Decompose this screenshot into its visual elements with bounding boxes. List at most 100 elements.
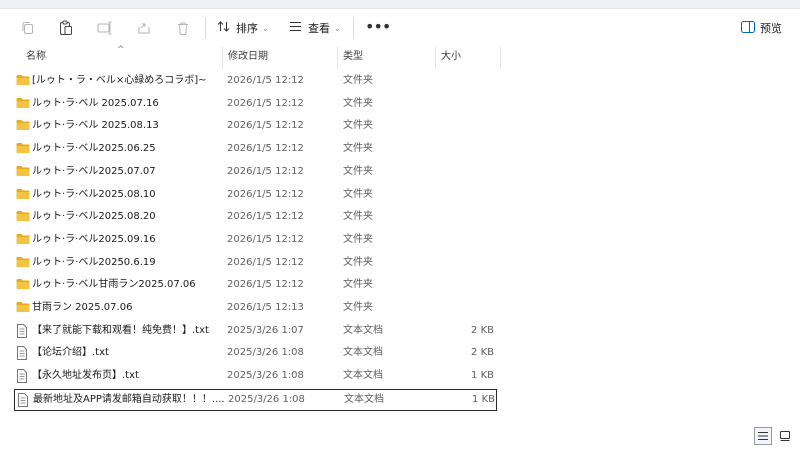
folder-row[interactable]: ルゥト·ラ·ベル2025.08.20 2026/1/5 12:12 文件夹 [14, 207, 497, 229]
chevron-down-icon: ⌄ [334, 23, 341, 33]
preview-label: 预览 [760, 22, 782, 35]
file-name: 【论坛介绍】.txt [32, 347, 109, 359]
file-row[interactable]: 【来了就能下载和观看！纯免费！】.txt 2025/3/26 1:07 文本文档 2 … [14, 321, 497, 343]
toolbar-separator [205, 17, 206, 39]
folder-row[interactable]: ルゥト·ラ·ベル 2025.07.16 2026/1/5 12:12 文件夹 [14, 94, 497, 116]
share-icon[interactable] [135, 19, 153, 37]
folder-icon [16, 256, 30, 270]
folder-icon [16, 278, 30, 292]
text-file-icon [16, 323, 30, 338]
more-options-button[interactable]: ••• [365, 18, 391, 38]
command-bar: 排序 ⌄ 查看 ⌄ ••• 预览 [0, 9, 800, 47]
file-size [434, 275, 494, 295]
rename-icon[interactable] [96, 19, 114, 37]
folder-icon [16, 119, 30, 133]
folder-icon [16, 165, 30, 179]
sort-label: 排序 [236, 22, 258, 35]
file-date: 2026/1/5 12:12 [227, 97, 304, 109]
folder-icon [16, 233, 30, 247]
file-name: [ルゥト・ラ・ベル×心緑めろコラボ]~ [32, 75, 207, 86]
file-date: 2025/3/26 1:08 [227, 370, 304, 382]
folder-row[interactable]: ルゥト·ラ·ベル20250.6.19 2026/1/5 12:12 文件夹 [14, 253, 497, 275]
file-name: 【来了就能下载和观看！纯免费！】.txt [32, 324, 209, 336]
file-type: 文件夹 [343, 302, 373, 313]
file-size [434, 162, 494, 182]
sort-button[interactable]: 排序 ⌄ [217, 18, 269, 38]
file-date: 2026/1/5 12:12 [227, 211, 304, 223]
text-file-icon [16, 369, 30, 384]
sort-icon [217, 20, 230, 36]
file-size: 2 KB [471, 324, 494, 336]
column-header-name[interactable]: 名称 [20, 47, 220, 69]
file-type: 文件夹 [343, 188, 373, 200]
file-date: 2026/1/5 12:12 [227, 120, 304, 132]
file-type: 文本文档 [343, 347, 383, 359]
file-type: 文本文档 [343, 324, 383, 336]
column-divider[interactable] [500, 47, 501, 69]
preview-pane-button[interactable]: 预览 [741, 18, 782, 38]
folder-row[interactable]: 甘雨ラン 2025.07.06 2026/1/5 12:13 文件夹 [14, 298, 497, 320]
file-name: ルゥト·ラ·ベル甘雨ラン2025.07.06 [32, 279, 196, 291]
text-file-icon [16, 346, 30, 361]
window-top-strip [0, 0, 800, 9]
file-size [434, 139, 494, 159]
folder-icon [16, 74, 30, 88]
details-view-icon[interactable] [754, 427, 772, 445]
file-name: ルゥト·ラ·ベル20250.6.19 [32, 256, 156, 268]
file-type: 文件夹 [343, 120, 373, 132]
file-date: 2026/1/5 12:12 [227, 143, 304, 155]
file-name: ルゥト·ラ·ベル 2025.08.13 [32, 120, 159, 132]
folder-icon [16, 301, 30, 315]
column-header-date[interactable]: 修改日期 [222, 47, 337, 69]
file-name: ルゥト·ラ·ベル2025.06.25 [32, 143, 156, 155]
file-name: ルゥト·ラ·ベル2025.08.10 [32, 188, 156, 200]
paste-icon[interactable] [57, 19, 75, 37]
file-size [434, 116, 494, 136]
view-button[interactable]: 查看 ⌄ [289, 18, 341, 38]
column-header-row: ^ 名称 修改日期 类型 大小 [0, 45, 800, 69]
folder-icon [16, 97, 30, 111]
file-size [434, 207, 494, 227]
folder-icon [16, 142, 30, 156]
file-date: 2026/1/5 12:12 [227, 256, 304, 268]
file-type: 文件夹 [343, 279, 373, 291]
file-type: 文件夹 [343, 75, 373, 86]
folder-row[interactable]: ルゥト·ラ·ベル2025.07.07 2026/1/5 12:12 文件夹 [14, 162, 497, 184]
folder-icon [16, 188, 30, 202]
file-type: 文件夹 [343, 233, 373, 245]
chevron-down-icon: ⌄ [262, 23, 269, 33]
large-icons-view-icon[interactable] [776, 427, 794, 445]
delete-icon[interactable] [174, 19, 192, 37]
folder-row[interactable]: ルゥト·ラ·ベル2025.08.10 2026/1/5 12:12 文件夹 [14, 185, 497, 207]
column-header-size[interactable]: 大小 [435, 47, 500, 69]
file-size [434, 253, 494, 273]
file-size [434, 230, 494, 250]
file-type: 文本文档 [343, 370, 383, 382]
file-date: 2025/3/26 1:07 [227, 324, 304, 336]
file-name: ルゥト·ラ·ベル2025.09.16 [32, 233, 156, 245]
view-list-icon [289, 21, 302, 35]
folder-row[interactable]: [ルゥト・ラ・ベル×心緑めろコラボ]~ 2026/1/5 12:12 文件夹 [14, 71, 497, 93]
file-name: 【永久地址发布页】.txt [32, 370, 139, 382]
view-label: 查看 [308, 22, 330, 35]
folder-row[interactable]: ルゥト·ラ·ベル 2025.08.13 2026/1/5 12:12 文件夹 [14, 116, 497, 138]
file-date: 2025/3/26 1:08 [228, 393, 305, 405]
file-type: 文件夹 [343, 211, 373, 223]
file-date: 2026/1/5 12:12 [227, 165, 304, 177]
folder-row[interactable]: ルゥト·ラ·ベル2025.06.25 2026/1/5 12:12 文件夹 [14, 139, 497, 161]
file-row[interactable]: 【永久地址发布页】.txt 2025/3/26 1:08 文本文档 1 KB [14, 366, 497, 388]
file-row[interactable]: 最新地址及APP请发邮箱自动获取！！！.... 2025/3/26 1:08 文本文… [14, 388, 497, 411]
toolbar-separator [353, 17, 354, 39]
preview-pane-icon [741, 20, 755, 36]
file-type: 文件夹 [343, 165, 373, 177]
file-type: 文件夹 [343, 143, 373, 155]
column-header-type[interactable]: 类型 [337, 47, 435, 69]
file-name: ルゥト·ラ·ベル2025.07.07 [32, 165, 156, 177]
folder-row[interactable]: ルゥト·ラ·ベル2025.09.16 2026/1/5 12:12 文件夹 [14, 230, 497, 252]
copy-icon[interactable] [19, 19, 37, 37]
folder-row[interactable]: ルゥト·ラ·ベル甘雨ラン2025.07.06 2026/1/5 12:12 文件夹 [14, 275, 497, 297]
file-row[interactable]: 【论坛介绍】.txt 2025/3/26 1:08 文本文档 2 KB [14, 343, 497, 365]
file-name: 甘雨ラン 2025.07.06 [32, 302, 133, 313]
file-name: ルゥト·ラ·ベル 2025.07.16 [32, 97, 159, 109]
file-name: ルゥト·ラ·ベル2025.08.20 [32, 211, 156, 223]
